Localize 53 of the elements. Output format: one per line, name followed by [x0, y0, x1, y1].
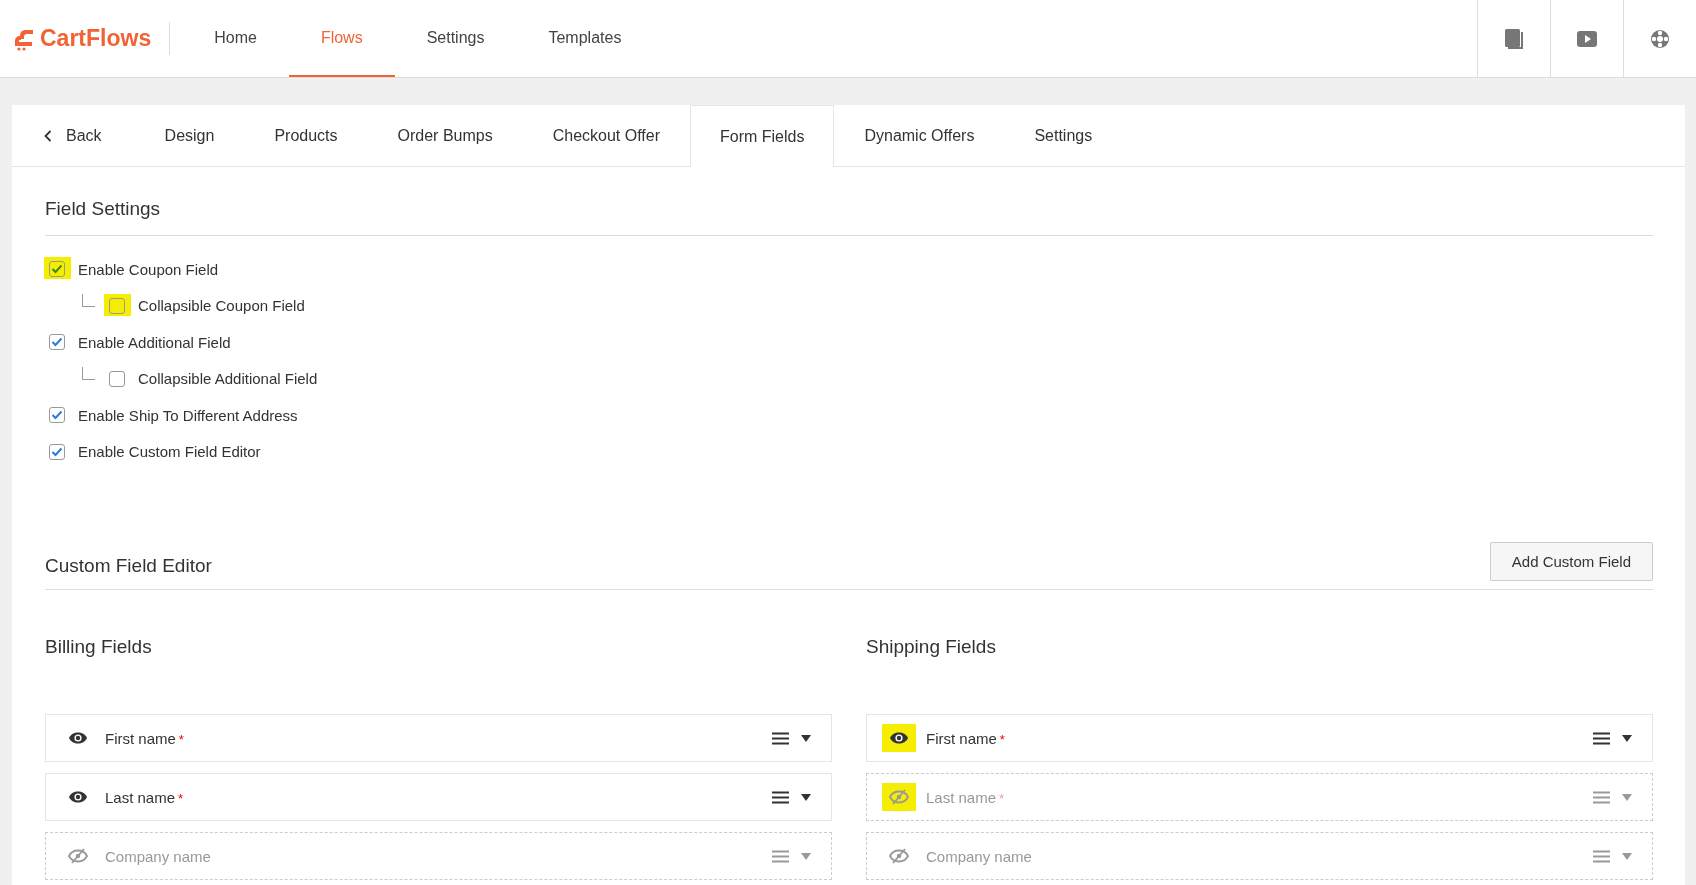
- checkbox[interactable]: [109, 370, 125, 387]
- checkbox-label: Enable Ship To Different Address: [78, 406, 298, 424]
- field-label: First name *: [105, 729, 184, 747]
- drag-handle-icon[interactable]: [1593, 849, 1610, 863]
- field-row[interactable]: Last name *: [45, 773, 832, 821]
- section-title: Custom Field Editor: [45, 555, 212, 577]
- back-link[interactable]: Back: [12, 105, 135, 166]
- field-label: First name *: [926, 729, 1005, 747]
- nav-link[interactable]: Home: [182, 0, 289, 77]
- field-label: Company name: [105, 847, 211, 865]
- drag-handle-icon[interactable]: [772, 849, 789, 863]
- drag-handle-icon[interactable]: [1593, 731, 1610, 745]
- field-label: Company name: [926, 847, 1032, 865]
- checkbox[interactable]: [49, 334, 65, 351]
- caret-down-icon[interactable]: [801, 793, 811, 801]
- tab[interactable]: Dynamic Offers: [834, 105, 1005, 166]
- field-label: Last name *: [105, 788, 184, 806]
- tab[interactable]: Form Fields: [690, 105, 835, 167]
- book-icon[interactable]: [1504, 27, 1524, 50]
- nav-link[interactable]: Templates: [516, 0, 654, 77]
- chevron-left-icon: [44, 130, 52, 142]
- field-row[interactable]: First name *: [45, 714, 832, 762]
- drag-handle-icon[interactable]: [772, 790, 789, 804]
- tab[interactable]: Checkout Offer: [522, 105, 690, 166]
- eye-slash-icon[interactable]: [886, 846, 912, 866]
- field-row[interactable]: First name *: [866, 714, 1653, 762]
- checkbox[interactable]: [109, 297, 125, 314]
- section-title: Field Settings: [45, 198, 161, 220]
- checkbox[interactable]: [49, 261, 65, 278]
- video-play-icon[interactable]: [1577, 30, 1597, 47]
- checkbox[interactable]: [49, 407, 65, 424]
- checkbox-label: Collapsible Additional Field: [138, 370, 318, 388]
- tab[interactable]: Design: [134, 105, 245, 166]
- checkbox-label: Enable Custom Field Editor: [78, 443, 261, 461]
- drag-handle-icon[interactable]: [1593, 790, 1610, 804]
- tab[interactable]: Settings: [1004, 105, 1123, 166]
- drag-handle-icon[interactable]: [772, 731, 789, 745]
- logo-text: CartFlows: [40, 25, 152, 52]
- caret-down-icon[interactable]: [1622, 734, 1632, 742]
- column-title: Billing Fields: [45, 635, 153, 659]
- tab[interactable]: Products: [244, 105, 368, 166]
- checkbox-label: Enable Additional Field: [78, 333, 231, 351]
- checkbox-label: Enable Coupon Field: [78, 260, 219, 278]
- eye-slash-icon[interactable]: [65, 846, 91, 866]
- caret-down-icon[interactable]: [801, 734, 811, 742]
- checkbox-label: Collapsible Coupon Field: [138, 297, 305, 315]
- tab[interactable]: Order Bumps: [367, 105, 523, 166]
- add-custom-field-button[interactable]: Add Custom Field: [1489, 542, 1653, 581]
- checkbox[interactable]: [49, 443, 65, 460]
- nav-link[interactable]: Settings: [394, 0, 517, 77]
- field-label: Last name *: [926, 788, 1005, 806]
- support-icon[interactable]: [1650, 28, 1670, 49]
- column-title: Shipping Fields: [866, 635, 997, 659]
